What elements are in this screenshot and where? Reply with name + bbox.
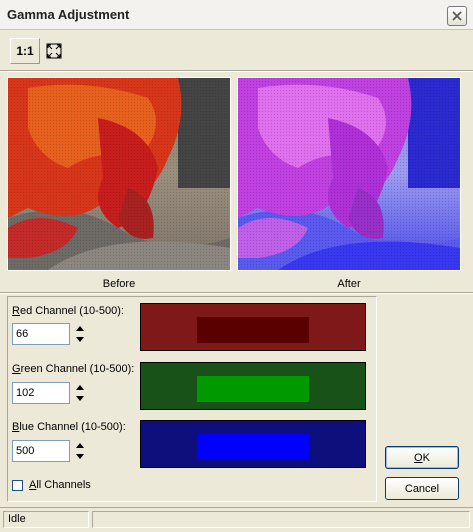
red-preview-inner	[197, 317, 309, 343]
green-channel-label: Green Channel (10-500):	[12, 363, 135, 375]
red-channel-spinner	[12, 323, 87, 345]
title-bar: Gamma Adjustment	[0, 0, 473, 30]
blue-preview	[140, 420, 366, 468]
blue-channel-input[interactable]	[12, 440, 70, 462]
channel-panel: Red Channel (10-500): Green Channel (10-…	[7, 296, 377, 502]
green-spin-down-button[interactable]	[72, 393, 87, 404]
status-bar: Idle	[0, 507, 473, 532]
red-spin-up-button[interactable]	[72, 323, 87, 334]
after-image	[237, 77, 461, 271]
red-channel-input[interactable]	[12, 323, 70, 345]
before-image	[7, 77, 231, 271]
blue-preview-inner	[197, 434, 309, 460]
red-spin-down-button[interactable]	[72, 334, 87, 345]
actual-size-button[interactable]: 1:1	[10, 38, 40, 64]
ok-button[interactable]: OK	[385, 446, 459, 469]
arrow-down-icon	[75, 396, 84, 401]
blue-channel-label: Blue Channel (10-500):	[12, 421, 126, 433]
before-caption: Before	[102, 278, 136, 290]
status-panel	[92, 511, 470, 528]
fit-to-window-button[interactable]	[43, 38, 65, 64]
red-channel-label: Red Channel (10-500):	[12, 305, 124, 317]
arrow-up-icon	[75, 443, 84, 448]
fit-to-window-icon	[46, 43, 62, 59]
close-icon	[452, 11, 462, 21]
blue-spin-up-button[interactable]	[72, 440, 87, 451]
window-title: Gamma Adjustment	[7, 7, 130, 22]
images-separator	[0, 292, 473, 294]
green-channel-spinner	[12, 382, 87, 404]
cancel-button[interactable]: Cancel	[385, 477, 459, 500]
all-channels-row[interactable]: All Channels	[12, 479, 91, 491]
green-spin-up-button[interactable]	[72, 382, 87, 393]
toolbar-separator	[0, 70, 473, 72]
all-channels-checkbox[interactable]	[12, 479, 23, 491]
after-caption: After	[337, 278, 361, 290]
arrow-up-icon	[75, 385, 84, 390]
status-text: Idle	[3, 511, 89, 528]
green-preview-inner	[197, 376, 309, 402]
green-preview	[140, 362, 366, 410]
blue-spin-down-button[interactable]	[72, 451, 87, 462]
arrow-down-icon	[75, 337, 84, 342]
arrow-up-icon	[75, 326, 84, 331]
actual-size-label: 1:1	[16, 44, 34, 58]
all-channels-label: All Channels	[29, 479, 91, 491]
close-button[interactable]	[447, 6, 467, 26]
red-preview	[140, 303, 366, 351]
green-channel-input[interactable]	[12, 382, 70, 404]
blue-channel-spinner	[12, 440, 87, 462]
arrow-down-icon	[75, 454, 84, 459]
